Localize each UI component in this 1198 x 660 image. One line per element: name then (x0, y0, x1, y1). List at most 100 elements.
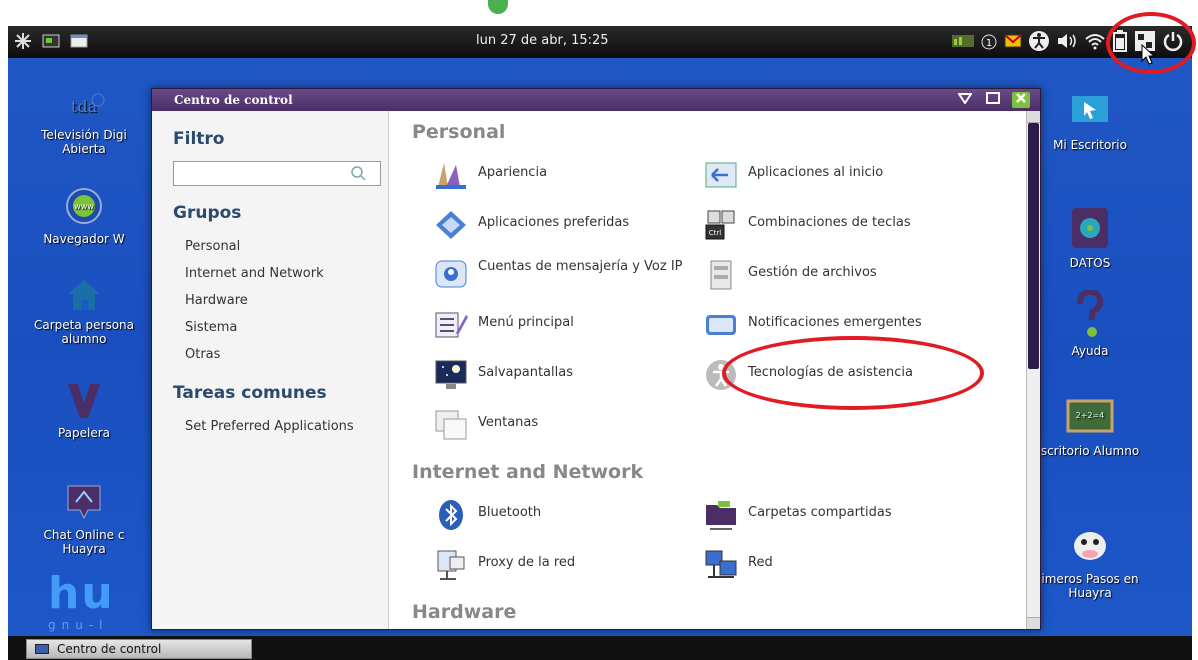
item-label: Ventanas (478, 415, 539, 430)
item-main-menu[interactable]: Menú principal (434, 307, 724, 343)
window-maximize-button[interactable] (984, 92, 1002, 108)
messaging-icon (435, 260, 467, 288)
home-icon (68, 280, 100, 310)
section-heading-internet: Internet and Network (412, 461, 644, 483)
terminal-icon[interactable] (42, 32, 60, 50)
main-menu-icon (435, 312, 468, 338)
panel-clock[interactable]: lun 27 de abr, 15:25 (476, 33, 609, 48)
highlight-ellipse-assistive (722, 336, 984, 410)
item-label: Apariencia (478, 165, 548, 180)
notifications-icon (706, 315, 736, 335)
desktop-icon-first-steps[interactable]: imeros Pasos en Huayra (1030, 526, 1150, 600)
tda-logo-icon: tda (71, 93, 105, 116)
scroll-down-button[interactable] (1027, 617, 1040, 629)
window-titlebar[interactable]: Centro de control (152, 89, 1040, 111)
search-icon[interactable] (350, 165, 366, 181)
scroll-thumb[interactable] (1028, 123, 1039, 369)
huayra-wallpaper-logo: hu (48, 568, 115, 619)
network-proxy-icon (437, 550, 465, 580)
item-label: Carpetas compartidas (748, 505, 892, 520)
desktop-icon-label: scritorio Alumno (1040, 444, 1140, 458)
close-icon (1016, 93, 1026, 103)
window-menu-button[interactable] (956, 92, 974, 108)
desktop-icon-student-desktop[interactable]: 2+2=4 scritorio Alumno (1030, 398, 1150, 458)
desktop-icon-label: Papelera (57, 426, 111, 440)
item-file-management[interactable]: Gestión de archivos (704, 257, 994, 293)
huayra-menu-icon[interactable] (14, 32, 32, 50)
item-network-proxy[interactable]: Proxy de la red (434, 547, 724, 583)
desktop-icon-datos[interactable]: DATOS (1030, 206, 1150, 270)
volume-icon[interactable] (1056, 31, 1078, 51)
group-link-personal[interactable]: Personal (185, 239, 240, 254)
groups-heading: Grupos (173, 203, 242, 223)
accessibility-icon[interactable] (1028, 30, 1050, 52)
item-shared-folders[interactable]: Carpetas compartidas (704, 497, 994, 533)
item-network[interactable]: Red (704, 547, 994, 583)
item-label: Bluetooth (478, 505, 542, 520)
disk-icon (1072, 208, 1108, 248)
desktop-icon-label: Mi Escritorio (1053, 138, 1127, 152)
desktop-icon-my-desktop[interactable]: Mi Escritorio (1030, 92, 1150, 152)
item-keyboard-shortcuts[interactable]: Ctrl Combinaciones de teclas (704, 207, 994, 243)
content-scrollbar[interactable] (1026, 111, 1040, 629)
item-appearance[interactable]: Apariencia (434, 157, 724, 193)
help-icon (1077, 290, 1104, 337)
panel-launchers (14, 32, 88, 50)
desktop-icon-tv[interactable]: tda Televisión Digi Abierta (24, 88, 144, 156)
desktop-icon-help[interactable]: Ayuda (1030, 290, 1150, 358)
monitor-icon (1072, 96, 1108, 122)
item-messaging-accounts[interactable]: Cuentas de mensajería y Voz IP (434, 257, 724, 293)
svg-text:2+2=4: 2+2=4 (1076, 411, 1105, 420)
item-label: Gestión de archivos (748, 265, 877, 280)
item-startup-apps[interactable]: Aplicaciones al inicio (704, 157, 994, 193)
wifi-icon[interactable] (1084, 31, 1106, 51)
task-link-preferred-apps[interactable]: Set Preferred Applications (185, 419, 354, 434)
item-label: Cuentas de mensajería y Voz IP (478, 259, 683, 274)
item-label: Aplicaciones al inicio (748, 165, 884, 180)
group-link-internet[interactable]: Internet and Network (185, 266, 324, 281)
desktop-icon-trash[interactable]: Papelera (24, 380, 144, 440)
group-link-other[interactable]: Otras (185, 347, 220, 362)
desktop-icon-label: Navegador W (43, 232, 125, 246)
network-icon (705, 550, 737, 578)
shared-folders-icon (706, 501, 736, 530)
show-desktop-icon[interactable] (70, 32, 88, 50)
maximize-icon (986, 92, 1000, 104)
scroll-up-button[interactable] (1027, 111, 1040, 123)
workspace-icon[interactable]: 1 (980, 31, 998, 51)
section-heading-hardware: Hardware (412, 601, 517, 623)
svg-text:Ctrl: Ctrl (709, 229, 722, 237)
bluetooth-icon (439, 500, 463, 530)
cow-icon (1074, 532, 1106, 560)
group-link-hardware[interactable]: Hardware (185, 293, 248, 308)
desktop-icon-browser[interactable]: www Navegador W (24, 186, 144, 246)
desktop-icon-label: Carpeta persona alumno (33, 318, 135, 346)
item-bluetooth[interactable]: Bluetooth (434, 497, 724, 533)
top-panel: lun 27 de abr, 15:25 1 (8, 26, 1192, 58)
desktop-icon-label: imeros Pasos en Huayra (1041, 572, 1139, 600)
desktop-icon-home[interactable]: Carpeta persona alumno (24, 276, 144, 346)
mail-icon[interactable] (1004, 31, 1022, 51)
item-label: Menú principal (478, 315, 574, 330)
desktop-icon-label: Ayuda (1071, 344, 1109, 358)
item-windows[interactable]: Ventanas (434, 407, 724, 443)
desktop-icon-label: DATOS (1069, 256, 1111, 270)
window-icon (35, 644, 49, 654)
window-close-button[interactable] (1012, 92, 1030, 108)
group-link-system[interactable]: Sistema (185, 320, 237, 335)
common-tasks-heading: Tareas comunes (173, 383, 327, 403)
desktop-icon-label: Televisión Digi Abierta (41, 128, 127, 156)
screensaver-icon (435, 360, 467, 389)
item-preferred-apps[interactable]: Aplicaciones preferidas (434, 207, 724, 243)
screen: lun 27 de abr, 15:25 1 tda Televisión Di… (0, 0, 1198, 660)
item-screensaver[interactable]: Salvapantallas (434, 357, 724, 393)
huayra-wallpaper-subtitle: gnu-l (48, 618, 109, 632)
svg-text:tda: tda (71, 97, 98, 116)
cpu-monitor-icon[interactable] (952, 31, 974, 51)
preferred-apps-icon (436, 211, 466, 239)
mouse-cursor-icon (1141, 44, 1156, 65)
taskbar-button-control-center[interactable]: Centro de control (26, 639, 252, 659)
file-management-icon (710, 260, 732, 290)
desktop-icon-chat[interactable]: Chat Online c Huayra (24, 482, 144, 556)
chat-icon (67, 485, 101, 520)
